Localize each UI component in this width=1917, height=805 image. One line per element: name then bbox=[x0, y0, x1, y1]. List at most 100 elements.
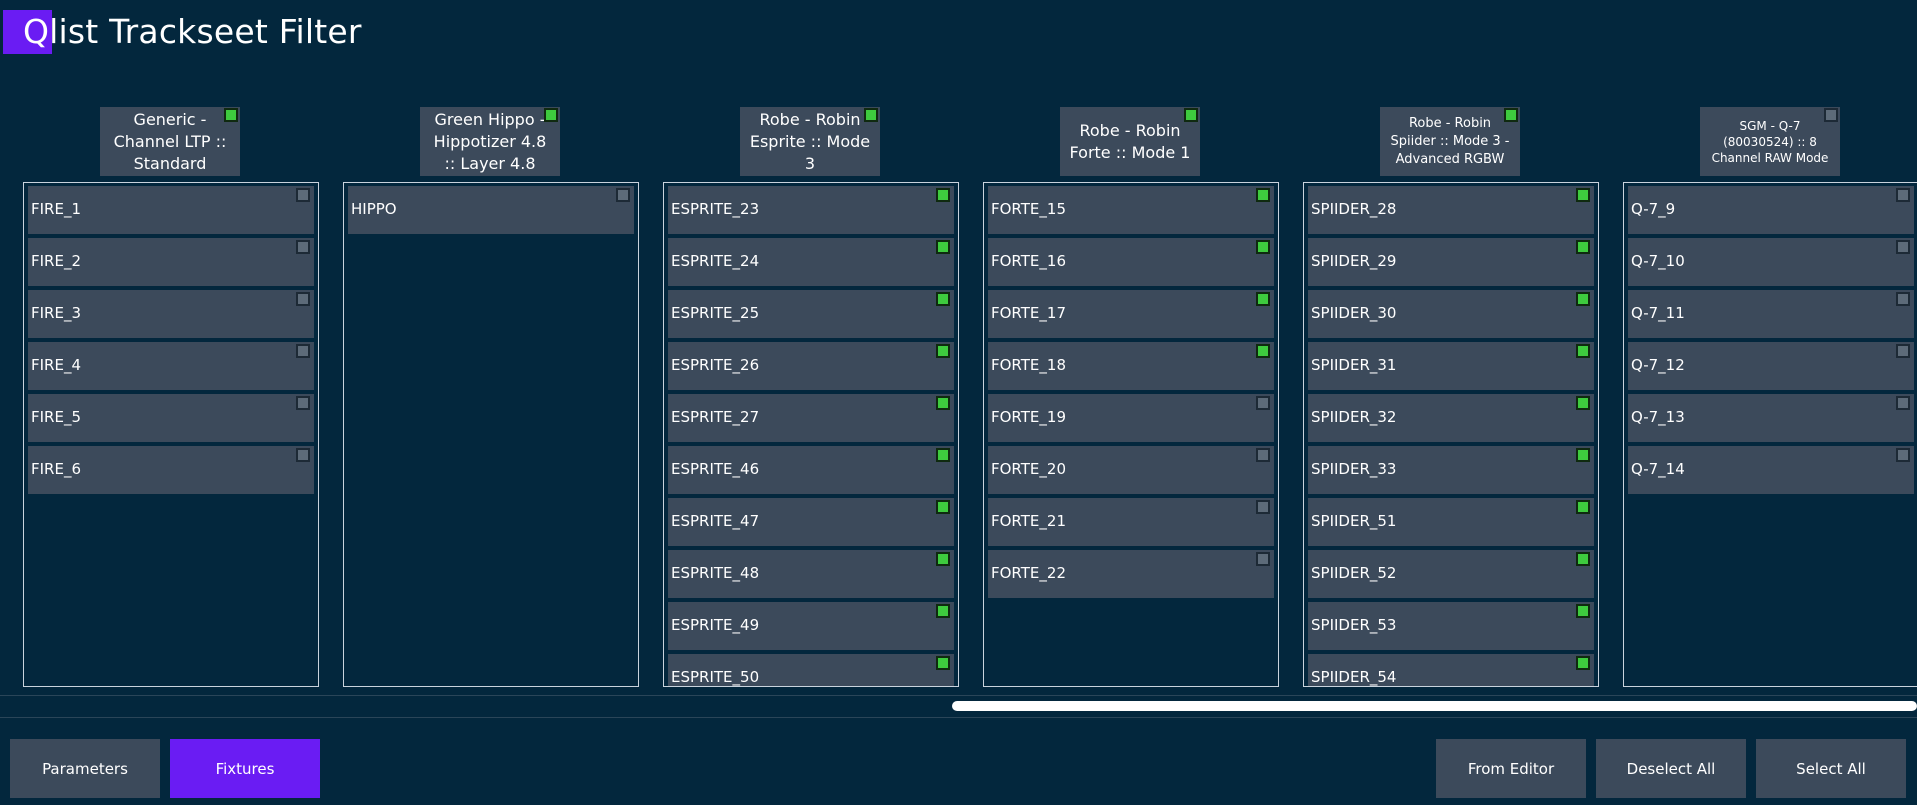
fixture-item[interactable]: Q-7_11 bbox=[1628, 290, 1914, 338]
fixture-item[interactable]: Q-7_9 bbox=[1628, 186, 1914, 234]
fixture-item[interactable]: ESPRITE_23 bbox=[668, 186, 954, 234]
fixture-item[interactable]: FIRE_4 bbox=[28, 342, 314, 390]
fixture-checkbox[interactable] bbox=[1576, 604, 1590, 618]
column-header[interactable]: Green Hippo - Hippotizer 4.8 :: Layer 4.… bbox=[420, 107, 560, 176]
fixture-item[interactable]: ESPRITE_46 bbox=[668, 446, 954, 494]
fixture-checkbox[interactable] bbox=[1256, 500, 1270, 514]
fixture-checkbox[interactable] bbox=[1896, 396, 1910, 410]
fixture-checkbox[interactable] bbox=[616, 188, 630, 202]
fixture-checkbox[interactable] bbox=[936, 500, 950, 514]
fixture-list[interactable]: ESPRITE_23 ESPRITE_24 ESPRITE_25 ESPRITE… bbox=[663, 182, 959, 687]
fixtures-button[interactable]: Fixtures bbox=[170, 739, 320, 798]
fixture-item[interactable]: FORTE_16 bbox=[988, 238, 1274, 286]
fixture-item[interactable]: ESPRITE_24 bbox=[668, 238, 954, 286]
fixture-checkbox[interactable] bbox=[936, 396, 950, 410]
fixture-item[interactable]: FORTE_15 bbox=[988, 186, 1274, 234]
fixture-list[interactable]: SPIIDER_28 SPIIDER_29 SPIIDER_30 SPIIDER… bbox=[1303, 182, 1599, 687]
fixture-checkbox[interactable] bbox=[1256, 448, 1270, 462]
fixture-checkbox[interactable] bbox=[296, 344, 310, 358]
fixture-checkbox[interactable] bbox=[296, 188, 310, 202]
column-header[interactable]: Robe - Robin Esprite :: Mode 3 bbox=[740, 107, 880, 176]
fixture-item[interactable]: SPIIDER_29 bbox=[1308, 238, 1594, 286]
fixture-list[interactable]: HIPPO bbox=[343, 182, 639, 687]
fixture-item[interactable]: FORTE_19 bbox=[988, 394, 1274, 442]
fixture-checkbox[interactable] bbox=[936, 240, 950, 254]
deselect-all-button[interactable]: Deselect All bbox=[1596, 739, 1746, 798]
column-header[interactable]: Robe - Robin Forte :: Mode 1 bbox=[1060, 107, 1200, 176]
fixture-checkbox[interactable] bbox=[1576, 552, 1590, 566]
fixture-item[interactable]: SPIIDER_52 bbox=[1308, 550, 1594, 598]
column-header-checkbox[interactable] bbox=[1184, 108, 1198, 122]
fixture-item[interactable]: ESPRITE_49 bbox=[668, 602, 954, 650]
fixture-checkbox[interactable] bbox=[1896, 188, 1910, 202]
fixture-checkbox[interactable] bbox=[936, 188, 950, 202]
fixture-checkbox[interactable] bbox=[1576, 240, 1590, 254]
fixture-checkbox[interactable] bbox=[1896, 448, 1910, 462]
fixture-item[interactable]: ESPRITE_26 bbox=[668, 342, 954, 390]
fixture-item[interactable]: FIRE_6 bbox=[28, 446, 314, 494]
fixture-checkbox[interactable] bbox=[1256, 344, 1270, 358]
fixture-item[interactable]: FIRE_1 bbox=[28, 186, 314, 234]
column-header-checkbox[interactable] bbox=[1824, 108, 1838, 122]
fixture-checkbox[interactable] bbox=[1576, 344, 1590, 358]
column-header[interactable]: Robe - Robin Spiider :: Mode 3 - Advance… bbox=[1380, 107, 1520, 176]
fixture-item[interactable]: HIPPO bbox=[348, 186, 634, 234]
fixture-item[interactable]: FORTE_22 bbox=[988, 550, 1274, 598]
fixture-checkbox[interactable] bbox=[1256, 240, 1270, 254]
fixture-checkbox[interactable] bbox=[1576, 292, 1590, 306]
fixture-item[interactable]: ESPRITE_48 bbox=[668, 550, 954, 598]
fixture-item[interactable]: FIRE_2 bbox=[28, 238, 314, 286]
fixture-item[interactable]: FIRE_5 bbox=[28, 394, 314, 442]
parameters-button[interactable]: Parameters bbox=[10, 739, 160, 798]
fixture-list[interactable]: FORTE_15 FORTE_16 FORTE_17 FORTE_18 FORT… bbox=[983, 182, 1279, 687]
fixture-item[interactable]: FORTE_21 bbox=[988, 498, 1274, 546]
column-header-checkbox[interactable] bbox=[544, 108, 558, 122]
fixture-checkbox[interactable] bbox=[296, 292, 310, 306]
fixture-item[interactable]: ESPRITE_27 bbox=[668, 394, 954, 442]
column-header[interactable]: Generic - Channel LTP :: Standard bbox=[100, 107, 240, 176]
fixture-checkbox[interactable] bbox=[936, 292, 950, 306]
fixture-item[interactable]: Q-7_14 bbox=[1628, 446, 1914, 494]
fixture-checkbox[interactable] bbox=[1576, 656, 1590, 670]
fixture-item[interactable]: Q-7_12 bbox=[1628, 342, 1914, 390]
fixture-item[interactable]: SPIIDER_28 bbox=[1308, 186, 1594, 234]
fixture-checkbox[interactable] bbox=[1256, 396, 1270, 410]
fixture-checkbox[interactable] bbox=[1896, 344, 1910, 358]
fixture-checkbox[interactable] bbox=[936, 344, 950, 358]
fixture-checkbox[interactable] bbox=[936, 656, 950, 670]
fixture-item[interactable]: ESPRITE_47 bbox=[668, 498, 954, 546]
fixture-item[interactable]: Q-7_10 bbox=[1628, 238, 1914, 286]
fixture-checkbox[interactable] bbox=[1256, 292, 1270, 306]
column-header[interactable]: SGM - Q-7 (80030524) :: 8 Channel RAW Mo… bbox=[1700, 107, 1840, 176]
fixture-checkbox[interactable] bbox=[1256, 552, 1270, 566]
fixture-item[interactable]: SPIIDER_51 bbox=[1308, 498, 1594, 546]
fixture-checkbox[interactable] bbox=[1576, 188, 1590, 202]
from-editor-button[interactable]: From Editor bbox=[1436, 739, 1586, 798]
fixture-item[interactable]: SPIIDER_54 bbox=[1308, 654, 1594, 686]
fixture-checkbox[interactable] bbox=[936, 448, 950, 462]
column-header-checkbox[interactable] bbox=[1504, 108, 1518, 122]
fixture-item[interactable]: SPIIDER_31 bbox=[1308, 342, 1594, 390]
fixture-list[interactable]: Q-7_9 Q-7_10 Q-7_11 Q-7_12 Q-7_13 Q-7_14 bbox=[1623, 182, 1917, 687]
fixture-item[interactable]: SPIIDER_32 bbox=[1308, 394, 1594, 442]
fixture-checkbox[interactable] bbox=[936, 552, 950, 566]
fixture-checkbox[interactable] bbox=[296, 396, 310, 410]
select-all-button[interactable]: Select All bbox=[1756, 739, 1906, 798]
fixture-checkbox[interactable] bbox=[1576, 396, 1590, 410]
fixture-item[interactable]: FIRE_3 bbox=[28, 290, 314, 338]
fixture-checkbox[interactable] bbox=[1256, 188, 1270, 202]
column-header-checkbox[interactable] bbox=[864, 108, 878, 122]
column-header-checkbox[interactable] bbox=[224, 108, 238, 122]
fixture-item[interactable]: SPIIDER_30 bbox=[1308, 290, 1594, 338]
fixture-checkbox[interactable] bbox=[296, 240, 310, 254]
fixture-list[interactable]: FIRE_1 FIRE_2 FIRE_3 FIRE_4 FIRE_5 FIRE_… bbox=[23, 182, 319, 687]
fixture-item[interactable]: FORTE_17 bbox=[988, 290, 1274, 338]
fixture-item[interactable]: ESPRITE_25 bbox=[668, 290, 954, 338]
fixture-item[interactable]: FORTE_18 bbox=[988, 342, 1274, 390]
fixture-item[interactable]: FORTE_20 bbox=[988, 446, 1274, 494]
fixture-checkbox[interactable] bbox=[1576, 500, 1590, 514]
fixture-checkbox[interactable] bbox=[1896, 292, 1910, 306]
fixture-checkbox[interactable] bbox=[936, 604, 950, 618]
horizontal-scrollbar[interactable] bbox=[952, 701, 1917, 711]
fixture-checkbox[interactable] bbox=[1576, 448, 1590, 462]
